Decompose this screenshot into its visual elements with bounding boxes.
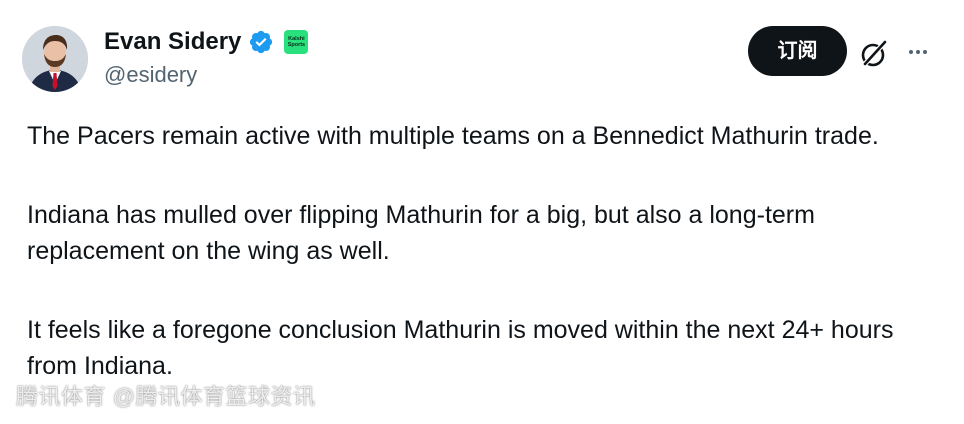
more-dot [916,50,920,54]
tweet-card: Evan Sidery Kalshi Sports @esidery 订阅 Th… [0,0,964,424]
subscribe-button[interactable]: 订阅 [748,26,847,76]
watermark: 腾讯体育 @腾讯体育篮球资讯 [16,384,316,409]
grok-icon[interactable] [858,38,890,70]
affiliate-badge[interactable]: Kalshi Sports [284,30,309,54]
avatar-image [22,26,88,92]
affiliate-badge-line2: Sports [287,42,306,48]
verified-badge-icon[interactable] [248,29,274,55]
more-dot [909,50,913,54]
avatar[interactable] [22,26,88,92]
tweet-text: The Pacers remain active with multiple t… [27,118,937,424]
more-dot [923,50,927,54]
author-name-row: Evan Sidery Kalshi Sports [104,28,309,56]
author-display-name[interactable]: Evan Sidery [104,28,241,56]
tweet-paragraph: The Pacers remain active with multiple t… [27,122,879,150]
author-handle[interactable]: @esidery [104,62,197,88]
more-icon[interactable] [904,38,932,66]
tweet-paragraph: Indiana has mulled over flipping Mathuri… [27,200,815,266]
tweet-paragraph: It feels like a foregone conclusion Math… [27,315,894,381]
